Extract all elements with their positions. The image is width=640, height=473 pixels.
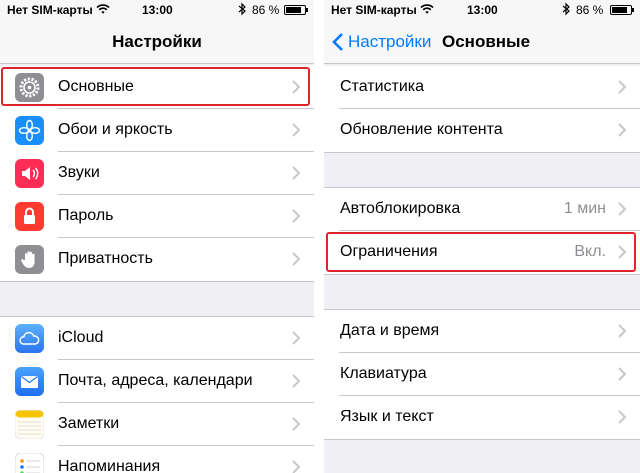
chevron-left-icon [332,33,343,51]
chevron-right-icon [292,252,301,271]
speaker-icon [15,159,44,188]
chevron-right-icon [618,367,627,386]
status-bar: Нет SIM-карты 13:00 86 % [0,0,314,20]
section-gap [324,153,640,187]
general-item-label: Дата и время [340,322,440,339]
chevron-right-icon [292,123,301,142]
nav-bar: Настройки Основные [324,20,640,64]
chevron-right-icon [292,80,301,99]
panel-divider [314,0,324,473]
settings-item-label: Напоминания [58,458,161,473]
bluetooth-icon [238,2,247,21]
settings-item-label: Почта, адреса, календари [58,372,253,389]
chevron-right-icon [618,410,627,429]
settings-item-reminders[interactable]: Напоминания [0,446,314,473]
settings-screen: Нет SIM-карты 13:00 86 % Настройки Основ… [0,0,314,473]
chevron-right-icon [292,460,301,473]
section-divider [324,439,640,440]
flower-icon [15,116,44,145]
clock: 13:00 [142,3,173,17]
carrier-label: Нет SIM-карты [331,3,417,17]
general-item-restrictions[interactable]: Ограничения Вкл. [324,231,640,274]
back-button[interactable]: Настройки [332,30,431,54]
clock: 13:00 [467,3,498,17]
general-item-label: Ограничения [340,243,438,260]
nav-bar: Настройки [0,20,314,64]
wifi-icon [96,2,110,21]
settings-item-label: Пароль [58,207,114,224]
page-title: Основные [442,32,531,51]
lock-icon [15,202,44,231]
chevron-right-icon [618,324,627,343]
wifi-icon [420,2,434,21]
general-item-value: Вкл. [574,243,606,260]
settings-item-label: iCloud [58,329,104,346]
general-item-usage[interactable]: Статистика [324,66,640,109]
general-item-label: Клавиатура [340,365,427,382]
section-gap [0,282,314,316]
settings-item-label: Основные [58,78,134,95]
settings-item-label: Звуки [58,164,100,181]
general-item-label: Статистика [340,78,425,95]
chevron-right-icon [618,202,627,221]
general-item-label: Автоблокировка [340,200,461,217]
chevron-right-icon [618,123,627,142]
battery-percent: 86 % [252,3,280,17]
settings-item-notes[interactable]: Заметки [0,403,314,446]
general-item-date-time[interactable]: Дата и время [324,310,640,353]
settings-item-sounds[interactable]: Звуки [0,152,314,195]
settings-item-wallpaper[interactable]: Обои и яркость [0,109,314,152]
page-title: Настройки [112,32,202,51]
back-button-label: Настройки [348,32,432,51]
notes-icon [15,410,44,439]
settings-item-mail[interactable]: Почта, адреса, календари [0,360,314,403]
settings-item-privacy[interactable]: Приватность [0,238,314,281]
settings-item-passcode[interactable]: Пароль [0,195,314,238]
general-item-value: 1 мин [563,200,606,217]
settings-item-icloud[interactable]: iCloud [0,317,314,360]
battery-icon [284,5,308,15]
battery-icon [610,5,634,15]
section-gap [324,275,640,309]
chevron-right-icon [618,80,627,99]
gear-icon [15,73,44,102]
cloud-icon [15,324,44,353]
mail-icon [15,367,44,396]
general-screen: Нет SIM-карты 13:00 86 % Настройки Основ… [324,0,640,473]
chevron-right-icon [292,209,301,228]
chevron-right-icon [292,417,301,436]
settings-item-general[interactable]: Основные [0,66,314,109]
settings-item-label: Обои и яркость [58,121,173,138]
chevron-right-icon [618,245,627,264]
general-item-keyboard[interactable]: Клавиатура [324,353,640,396]
chevron-right-icon [292,374,301,393]
settings-item-label: Заметки [58,415,120,432]
general-item-background-refresh[interactable]: Обновление контента [324,109,640,152]
settings-item-label: Приватность [58,250,153,267]
general-item-language[interactable]: Язык и текст [324,396,640,439]
general-item-label: Обновление контента [340,121,503,138]
hand-icon [15,245,44,274]
general-item-label: Язык и текст [340,408,434,425]
status-bar: Нет SIM-карты 13:00 86 % [324,0,640,20]
general-item-auto-lock[interactable]: Автоблокировка 1 мин [324,188,640,231]
carrier-label: Нет SIM-карты [7,3,93,17]
bluetooth-icon [562,2,571,21]
battery-percent: 86 % [576,3,604,17]
chevron-right-icon [292,331,301,350]
chevron-right-icon [292,166,301,185]
reminders-icon [15,453,44,473]
